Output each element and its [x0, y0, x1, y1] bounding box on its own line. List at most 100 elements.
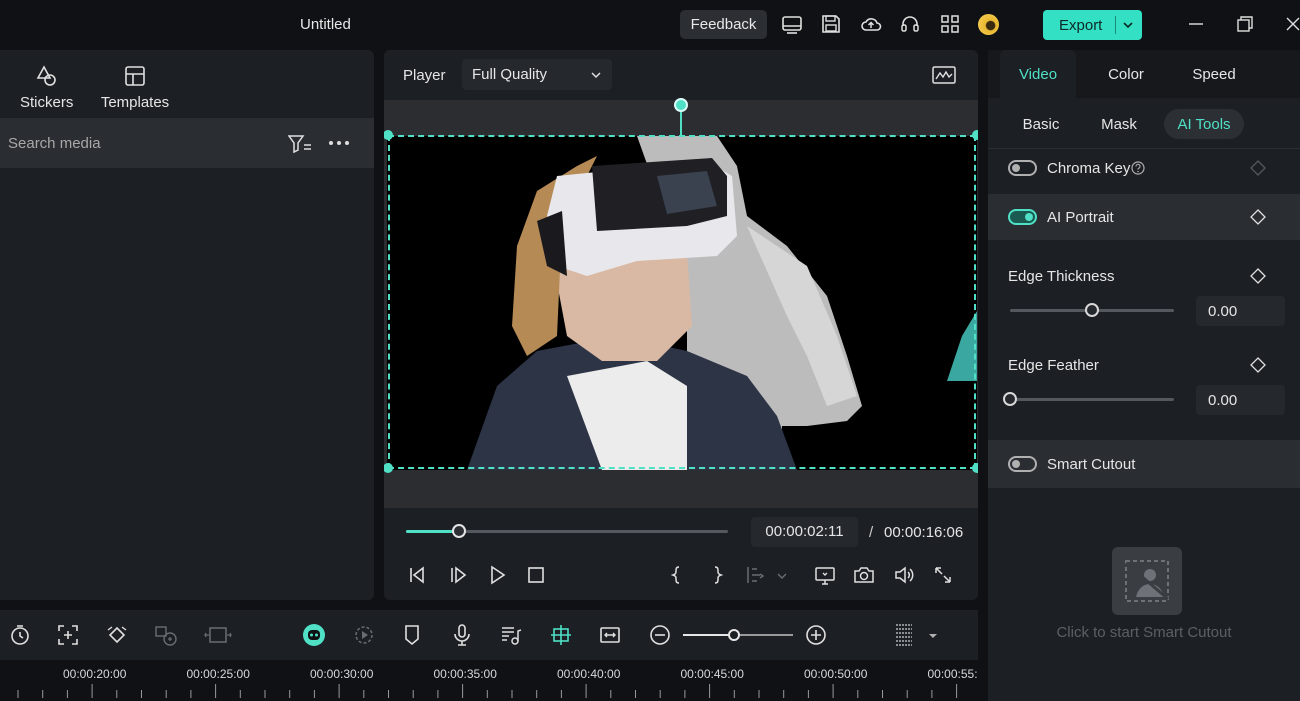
close-icon[interactable] — [1283, 14, 1300, 34]
keyframe-icon[interactable] — [1250, 357, 1266, 373]
snapshot-icon[interactable] — [853, 564, 875, 586]
panel-divider — [978, 50, 988, 701]
property-tabs: Video Color Speed — [988, 50, 1300, 98]
fit-timeline-icon[interactable] — [598, 623, 622, 647]
ai-translate-icon[interactable] — [154, 623, 178, 647]
edge-thickness-slider[interactable] — [1010, 303, 1174, 317]
smart-cutout-label: Smart Cutout — [1047, 456, 1136, 473]
crop-add-icon[interactable] — [56, 623, 80, 647]
minimize-icon[interactable] — [1186, 14, 1206, 34]
subtab-ai-tools[interactable]: AI Tools — [1164, 109, 1244, 139]
timecode-separator: / — [869, 524, 874, 541]
slider-knob[interactable] — [1003, 392, 1017, 406]
smart-cutout-hint: Click to start Smart Cutout — [1056, 624, 1232, 641]
progress-knob[interactable] — [452, 524, 467, 538]
zoom-in-icon[interactable] — [804, 623, 828, 647]
quality-value: Full Quality — [472, 66, 548, 83]
player-header: Player Full Quality — [384, 50, 978, 100]
keyframe-icon[interactable] — [1250, 160, 1266, 176]
export-button[interactable]: Export — [1043, 10, 1142, 40]
tab-templates-label: Templates — [100, 94, 170, 111]
edge-feather-slider[interactable] — [1003, 392, 1174, 406]
zoom-knob[interactable] — [727, 629, 740, 641]
tab-templates[interactable]: Templates — [100, 64, 170, 111]
volume-icon[interactable] — [893, 564, 915, 586]
cloud-upload-icon[interactable] — [860, 13, 882, 35]
edge-feather-value[interactable]: 0.00 — [1196, 385, 1285, 415]
mark-out-icon[interactable] — [706, 564, 728, 586]
player-label: Player — [403, 67, 446, 84]
slider-knob[interactable] — [1085, 303, 1099, 317]
chevron-down-icon[interactable] — [776, 564, 788, 586]
rotation-handle[interactable] — [674, 98, 688, 112]
transport-bar: 00:00:02:11 / 00:00:16:06 — [384, 508, 978, 600]
help-icon[interactable] — [1131, 161, 1145, 175]
microphone-icon[interactable] — [450, 623, 474, 647]
save-icon[interactable] — [820, 13, 842, 35]
edge-thickness-label: Edge Thickness — [1008, 268, 1115, 285]
zoom-out-icon[interactable] — [648, 623, 672, 647]
ruler-label: 00:00:20:00 — [63, 667, 127, 681]
restore-icon[interactable] — [1235, 14, 1255, 34]
ai-copilot-icon[interactable] — [302, 623, 326, 647]
keyframe-icon[interactable] — [1250, 209, 1266, 225]
tab-video[interactable]: Video — [1000, 50, 1076, 98]
film-trim-icon[interactable] — [203, 623, 233, 647]
stickers-icon — [36, 65, 56, 86]
ruler-label: 00:00:35:00 — [433, 667, 497, 681]
video-scope-icon[interactable] — [932, 65, 956, 85]
headset-icon[interactable] — [899, 13, 921, 35]
selection-box[interactable] — [388, 135, 976, 469]
more-options-icon[interactable] — [328, 136, 350, 150]
avatar[interactable] — [978, 14, 999, 35]
subtab-basic[interactable]: Basic — [1012, 109, 1070, 139]
filter-icon[interactable] — [288, 134, 312, 154]
ruler-label: 00:00:50:00 — [804, 667, 868, 681]
quality-dropdown[interactable]: Full Quality — [462, 59, 612, 90]
chevron-down-icon[interactable] — [1120, 17, 1136, 33]
keyframe-path-icon[interactable] — [105, 623, 129, 647]
search-input[interactable] — [8, 133, 268, 153]
grid-apps-icon[interactable] — [939, 13, 961, 35]
export-label: Export — [1059, 16, 1103, 34]
smart-cutout-icon — [1125, 560, 1169, 602]
zoom-slider[interactable] — [683, 629, 793, 641]
timeline-ruler[interactable]: 00:00:20:00 00:00:25:00 00:00:30:00 00:00:3… — [0, 660, 978, 701]
feedback-button[interactable]: Feedback — [680, 10, 767, 39]
zoom-fill — [683, 634, 734, 636]
track-height-icon[interactable] — [892, 623, 916, 647]
timer-icon[interactable] — [8, 623, 32, 647]
stop-icon[interactable] — [525, 564, 547, 586]
chroma-key-toggle[interactable] — [1008, 160, 1037, 176]
mark-in-icon[interactable] — [666, 564, 688, 586]
chevron-down-icon — [591, 72, 601, 79]
layout-icon[interactable] — [781, 13, 803, 35]
keyframe-icon[interactable] — [1250, 268, 1266, 284]
search-bar — [0, 118, 374, 168]
auto-beat-icon[interactable] — [352, 623, 376, 647]
audio-track-icon[interactable] — [499, 623, 523, 647]
display-icon[interactable] — [814, 564, 836, 586]
ai-portrait-toggle[interactable] — [1008, 209, 1037, 225]
tab-color[interactable]: Color — [1088, 50, 1164, 98]
media-panel: Stickers Templates — [0, 50, 374, 600]
ruler-label: 00:00:40:00 — [557, 667, 621, 681]
previous-frame-icon[interactable] — [406, 564, 428, 586]
tab-stickers[interactable]: Stickers — [20, 64, 73, 111]
ai-portrait-label: AI Portrait — [1047, 209, 1114, 226]
edge-thickness-value[interactable]: 0.00 — [1196, 296, 1285, 326]
next-frame-icon[interactable] — [447, 564, 469, 586]
edge-feather-label: Edge Feather — [1008, 357, 1099, 374]
snap-icon[interactable] — [549, 623, 573, 647]
current-timecode[interactable]: 00:00:02:11 — [751, 517, 858, 547]
play-icon[interactable] — [486, 564, 508, 586]
fullscreen-icon[interactable] — [932, 564, 954, 586]
tab-speed[interactable]: Speed — [1176, 50, 1252, 98]
smart-cutout-toggle[interactable] — [1008, 456, 1037, 472]
chevron-down-icon[interactable] — [926, 623, 940, 647]
playback-progress-bar[interactable] — [406, 524, 728, 538]
marker-icon[interactable] — [400, 623, 424, 647]
insert-clip-icon[interactable] — [744, 564, 766, 586]
subtab-mask[interactable]: Mask — [1090, 109, 1148, 139]
smart-cutout-button[interactable] — [1112, 547, 1182, 615]
